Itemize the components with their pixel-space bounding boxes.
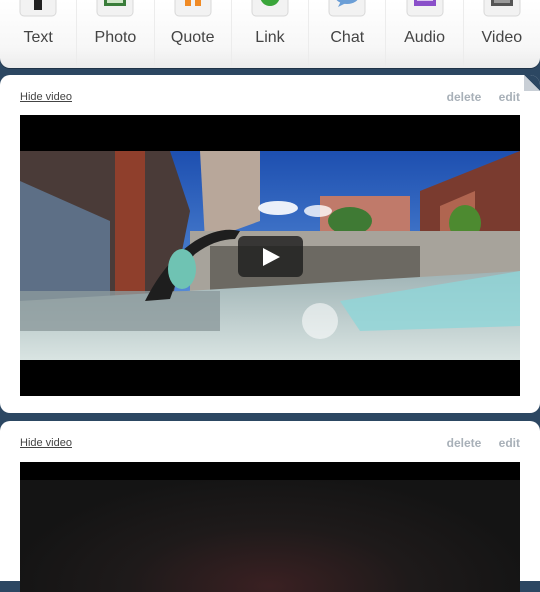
post-type-photo-label: Photo	[94, 29, 137, 46]
delete-button[interactable]: delete	[447, 90, 482, 104]
post-type-audio-button[interactable]: Audio	[386, 0, 464, 68]
post-type-link-button[interactable]: Link	[232, 0, 310, 68]
post-type-quote-button[interactable]: Quote	[155, 0, 232, 68]
post-type-chat-label: Chat	[330, 29, 365, 46]
edit-button[interactable]: edit	[499, 90, 520, 104]
video-post: Hide video delete edit	[0, 75, 540, 413]
post-type-video-label: Video	[481, 29, 523, 46]
text-icon	[16, 0, 60, 20]
post-type-video-button[interactable]: Video	[464, 0, 540, 68]
delete-button[interactable]: delete	[447, 436, 482, 450]
post-controls: delete edit	[433, 90, 520, 104]
post-type-bar: Text Photo Quote Link Chat Audio Video	[0, 0, 540, 68]
audio-icon	[403, 0, 447, 20]
hide-video-link[interactable]: Hide video	[20, 91, 72, 103]
edit-button[interactable]: edit	[499, 436, 520, 450]
video-player[interactable]	[20, 462, 520, 592]
video-frame	[20, 480, 520, 592]
chat-icon	[325, 0, 369, 20]
link-icon	[248, 0, 292, 20]
post-controls: delete edit	[433, 436, 520, 450]
post-type-text-label: Text	[23, 29, 53, 46]
play-button[interactable]	[238, 236, 303, 277]
quote-icon	[171, 0, 215, 20]
photo-icon	[93, 0, 137, 20]
post-type-text-button[interactable]: Text	[0, 0, 78, 68]
post-type-quote-label: Quote	[170, 29, 215, 46]
post-type-link-label: Link	[255, 29, 285, 46]
post-type-audio-label: Audio	[404, 29, 445, 46]
post-type-chat-button[interactable]: Chat	[309, 0, 387, 68]
video-icon	[480, 0, 524, 20]
corner-fold	[524, 75, 540, 91]
hide-video-link[interactable]: Hide video	[20, 437, 72, 449]
video-player[interactable]	[20, 115, 520, 396]
post-type-photo-button[interactable]: Photo	[77, 0, 155, 68]
video-post: Hide video delete edit	[0, 421, 540, 592]
